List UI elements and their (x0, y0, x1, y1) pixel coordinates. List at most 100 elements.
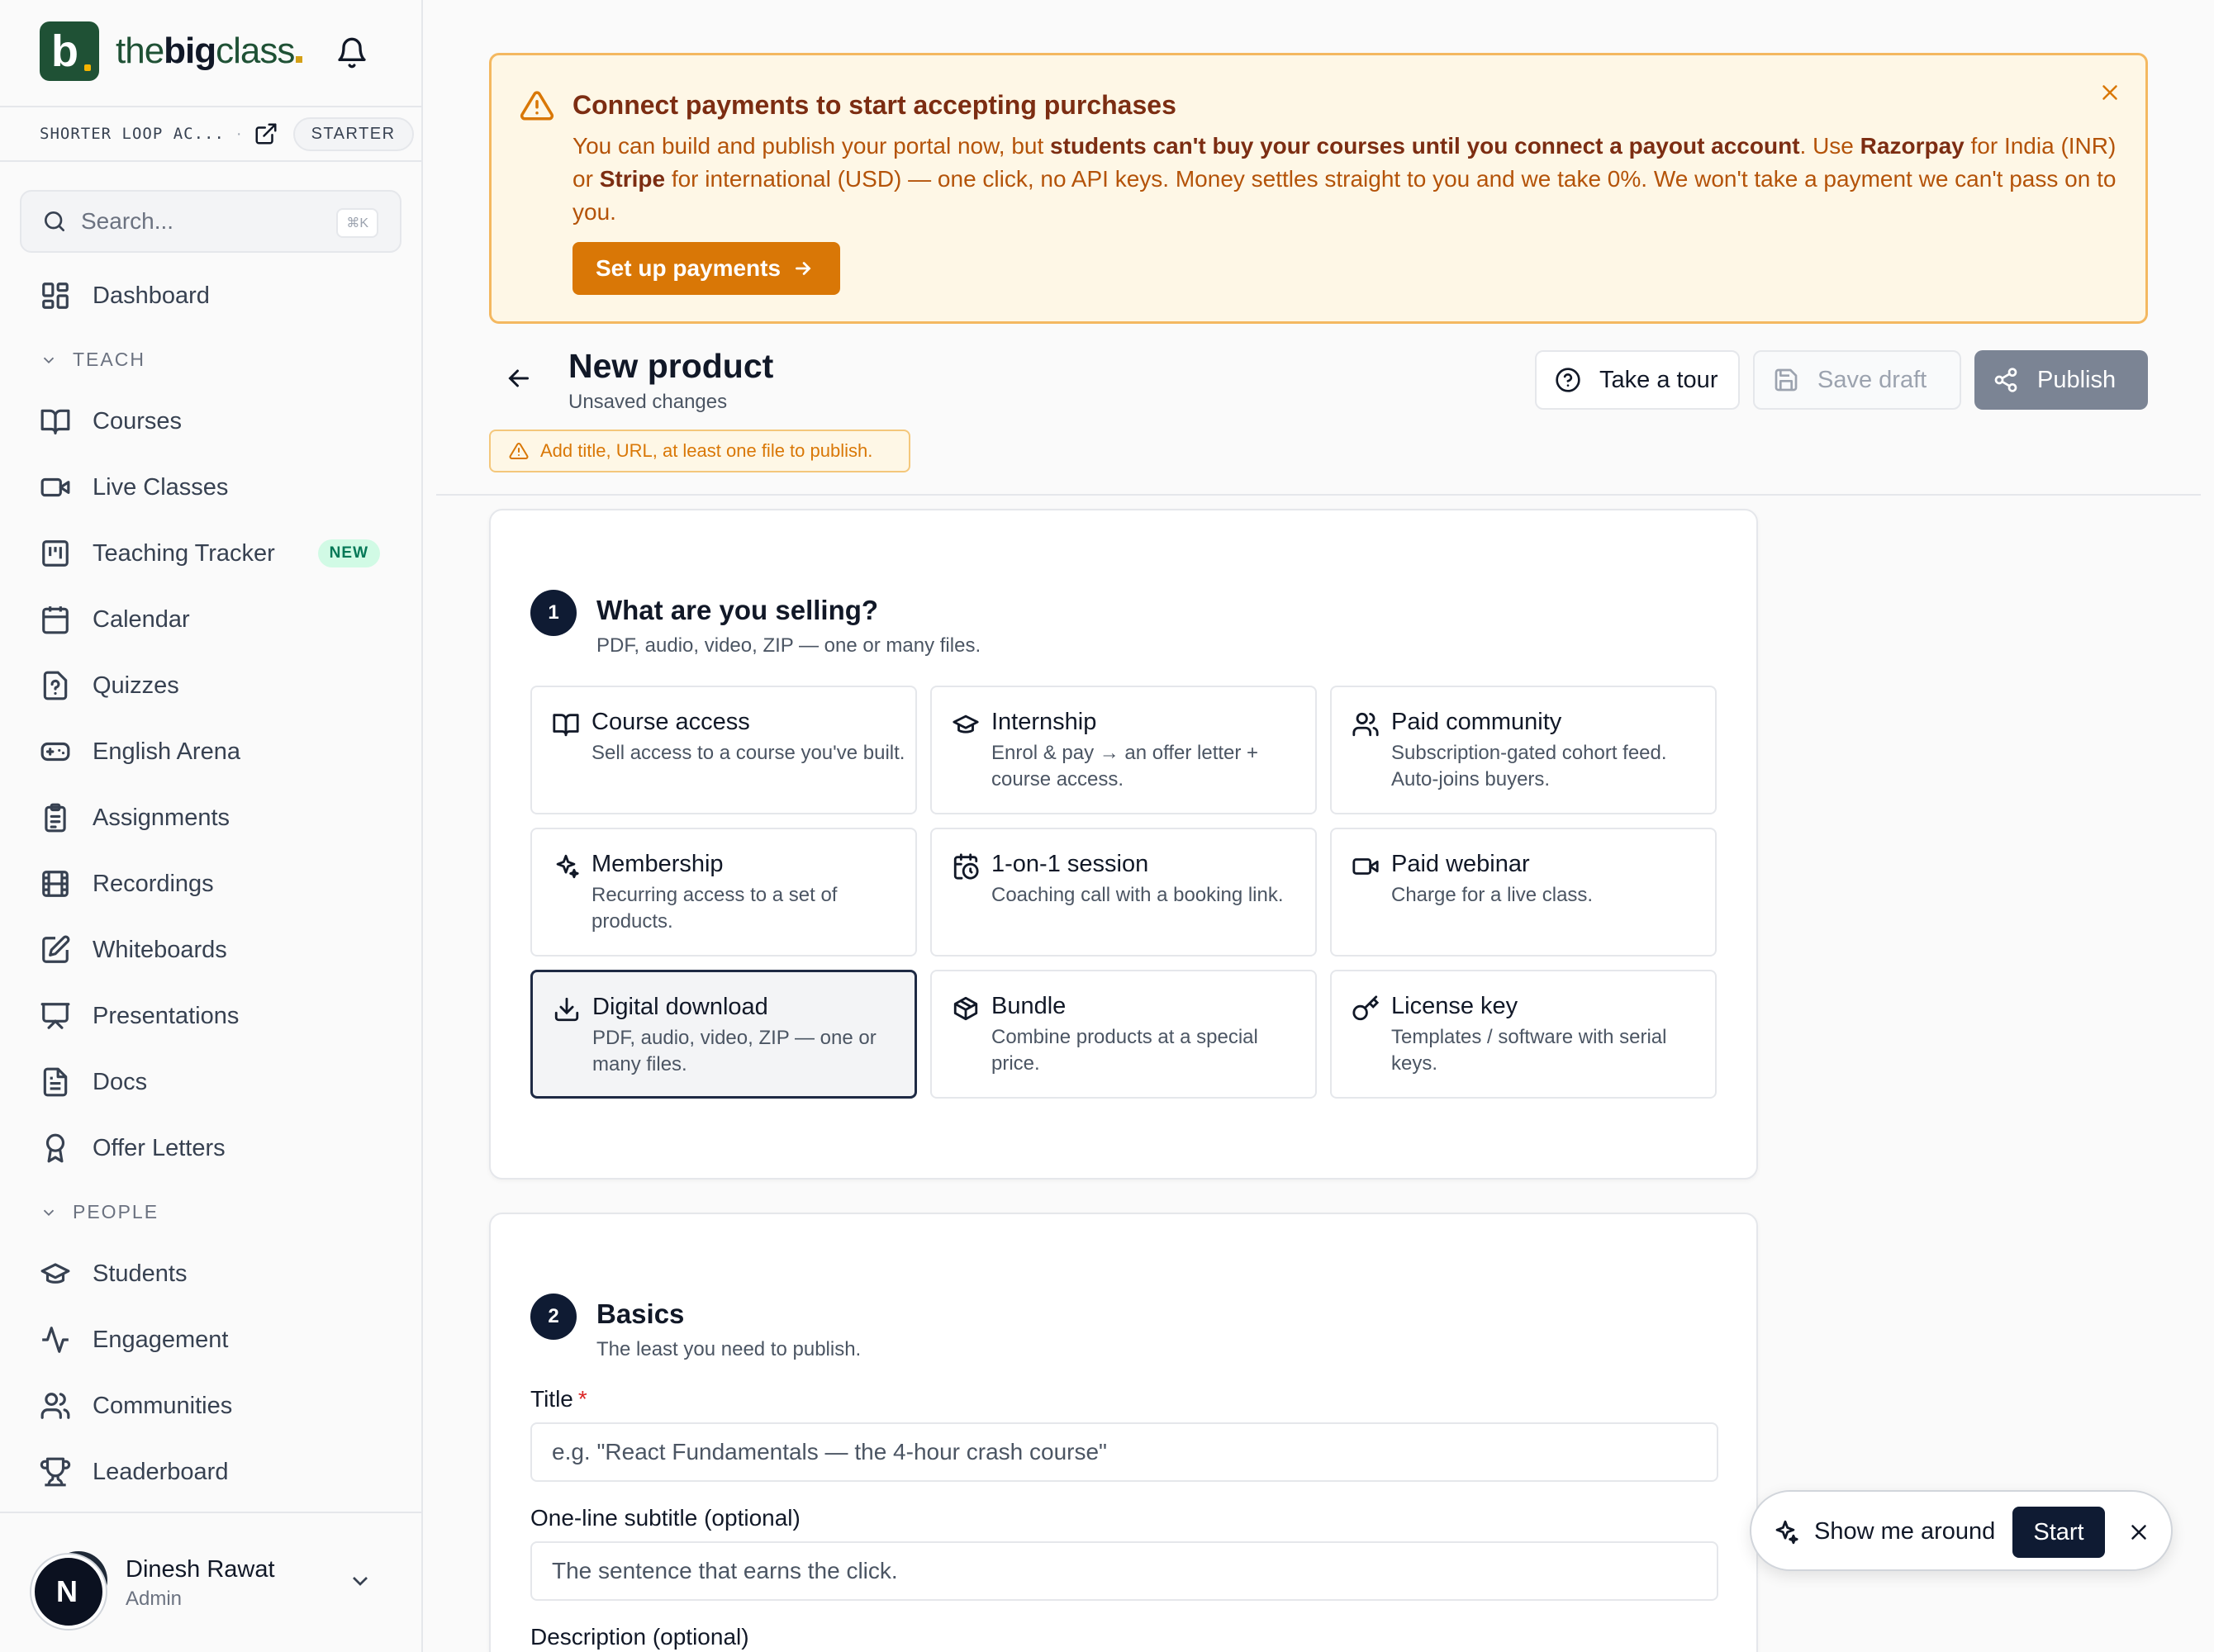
download-icon (554, 997, 579, 1022)
nav-recordings[interactable]: Recordings (40, 859, 387, 909)
nav-offer-letters[interactable]: Offer Letters (40, 1123, 387, 1173)
dashboard-icon (42, 282, 69, 309)
org-bar: SHORTER LOOP AC... · STARTER (0, 106, 421, 162)
title-label: Title * (530, 1386, 587, 1412)
chevron-down-icon (43, 1209, 55, 1216)
book-icon (553, 714, 579, 737)
nav-section-people[interactable]: PEOPLE (40, 1201, 159, 1223)
help-circle-icon (1556, 368, 1580, 392)
option-membership[interactable]: Membership Recurring access to a set of … (530, 828, 917, 957)
product-type-card: 1 What are you selling? PDF, audio, vide… (489, 509, 1758, 1180)
film-icon (42, 871, 69, 897)
new-badge: NEW (317, 539, 380, 567)
option-paid-community[interactable]: Paid community Subscription-gated cohort… (1330, 686, 1717, 814)
option-one-on-one-session[interactable]: 1-on-1 session Coaching call with a book… (930, 828, 1317, 957)
close-icon[interactable] (2098, 80, 2122, 105)
step-title: Basics (596, 1298, 685, 1329)
trophy-icon (40, 1457, 71, 1487)
nav-assignments[interactable]: Assignments (40, 793, 387, 843)
nav-leaderboard[interactable]: Leaderboard (40, 1447, 387, 1497)
description-label: Description (optional) (530, 1624, 749, 1650)
bell-icon[interactable] (335, 36, 368, 69)
presentation-icon (40, 1003, 70, 1029)
nav-presentations[interactable]: Presentations (40, 991, 387, 1041)
calendar-icon (42, 606, 69, 634)
option-digital-download[interactable]: Digital download PDF, audio, video, ZIP … (530, 970, 917, 1099)
step-number: 1 (530, 590, 577, 636)
nav-calendar[interactable]: Calendar (40, 595, 387, 644)
payments-banner: Connect payments to start accepting purc… (489, 53, 2148, 324)
basics-card: 2 Basics The least you need to publish. … (489, 1213, 1758, 1652)
users-icon (40, 1393, 70, 1419)
graduation-cap-icon (40, 1263, 70, 1284)
publish-warning: Add title, URL, at least one file to pub… (489, 430, 910, 472)
share-icon (1994, 368, 2017, 392)
nav-communities[interactable]: Communities (40, 1381, 387, 1431)
avatar-initial: N (56, 1574, 78, 1608)
user-role: Admin (126, 1588, 183, 1610)
file-text-icon (43, 1067, 68, 1097)
nav-live-classes[interactable]: Live Classes (40, 463, 387, 512)
option-internship[interactable]: Internship Enrol & pay → an offer letter… (930, 686, 1317, 814)
subtitle-input[interactable] (530, 1541, 1718, 1601)
page-subtitle: Unsaved changes (568, 391, 728, 413)
org-name: SHORTER LOOP AC... (40, 125, 225, 143)
option-bundle[interactable]: Bundle Combine products at a special pri… (930, 970, 1317, 1099)
user-name: Dinesh Rawat (126, 1556, 275, 1583)
video-icon (40, 477, 70, 497)
brand-logo: b (40, 21, 99, 81)
step-subtitle: The least you need to publish. (596, 1338, 862, 1360)
tour-prompt: Show me around Start (1750, 1490, 2173, 1571)
back-arrow-icon[interactable] (504, 363, 534, 393)
step-subtitle: PDF, audio, video, ZIP — one or many fil… (596, 634, 981, 657)
banner-text: You can build and publish your portal no… (573, 133, 2117, 225)
close-icon[interactable] (2126, 1520, 2151, 1545)
sparkles-icon (1775, 1520, 1798, 1545)
nav-courses[interactable]: Courses (40, 396, 387, 446)
option-paid-webinar[interactable]: Paid webinar Charge for a live class. (1330, 828, 1717, 957)
sidebar: b thebigclass SHORTER LOOP AC... · START… (0, 0, 423, 1652)
step-number: 2 (530, 1294, 577, 1340)
graduation-cap-icon (953, 714, 979, 733)
save-draft-button[interactable]: Save draft (1753, 350, 1961, 410)
quiz-icon (43, 671, 68, 700)
package-icon (953, 996, 978, 1021)
pencil-square-icon (42, 935, 70, 963)
nav-dashboard[interactable]: Dashboard (40, 271, 387, 320)
search-box[interactable]: ⌘K (20, 190, 401, 253)
warning-triangle-icon (509, 442, 529, 459)
option-course-access[interactable]: Course access Sell access to a course yo… (530, 686, 917, 814)
banner-title: Connect payments to start accepting purc… (573, 90, 1176, 120)
publish-button[interactable]: Publish (1974, 350, 2148, 410)
book-open-icon (40, 409, 70, 434)
tour-label: Show me around (1814, 1518, 1996, 1545)
option-license-key[interactable]: License key Templates / software with se… (1330, 970, 1717, 1099)
save-icon (1775, 368, 1798, 392)
take-tour-button[interactable]: Take a tour (1535, 350, 1740, 410)
brand[interactable]: b thebigclass (40, 21, 303, 81)
calendar-clock-icon (953, 853, 979, 880)
gamepad-icon (40, 742, 70, 762)
title-input[interactable] (530, 1422, 1718, 1482)
nav-students[interactable]: Students (40, 1249, 387, 1298)
nav-docs[interactable]: Docs (40, 1057, 387, 1107)
award-icon (45, 1133, 65, 1163)
nav-whiteboards[interactable]: Whiteboards (40, 925, 387, 975)
brand-name: thebigclass (116, 31, 303, 72)
plan-badge: STARTER (292, 116, 414, 151)
users-icon (1352, 712, 1379, 737)
nav-section-teach[interactable]: TEACH (40, 349, 145, 371)
chevron-down-icon (43, 357, 55, 363)
nav-english-arena[interactable]: English Arena (40, 727, 387, 776)
start-tour-button[interactable]: Start (2012, 1507, 2105, 1558)
external-link-icon[interactable] (254, 121, 278, 146)
setup-payments-button[interactable]: Set up payments (573, 242, 840, 295)
nav-teaching-tracker[interactable]: Teaching Tracker NEW (40, 529, 387, 578)
warning-triangle-icon (520, 91, 554, 121)
search-input[interactable] (81, 208, 329, 235)
step-title: What are you selling? (596, 595, 879, 625)
header-divider (436, 494, 2201, 496)
nav-engagement[interactable]: Engagement (40, 1315, 387, 1365)
nav-quizzes[interactable]: Quizzes (40, 661, 387, 710)
chevron-down-icon[interactable] (347, 1568, 373, 1594)
